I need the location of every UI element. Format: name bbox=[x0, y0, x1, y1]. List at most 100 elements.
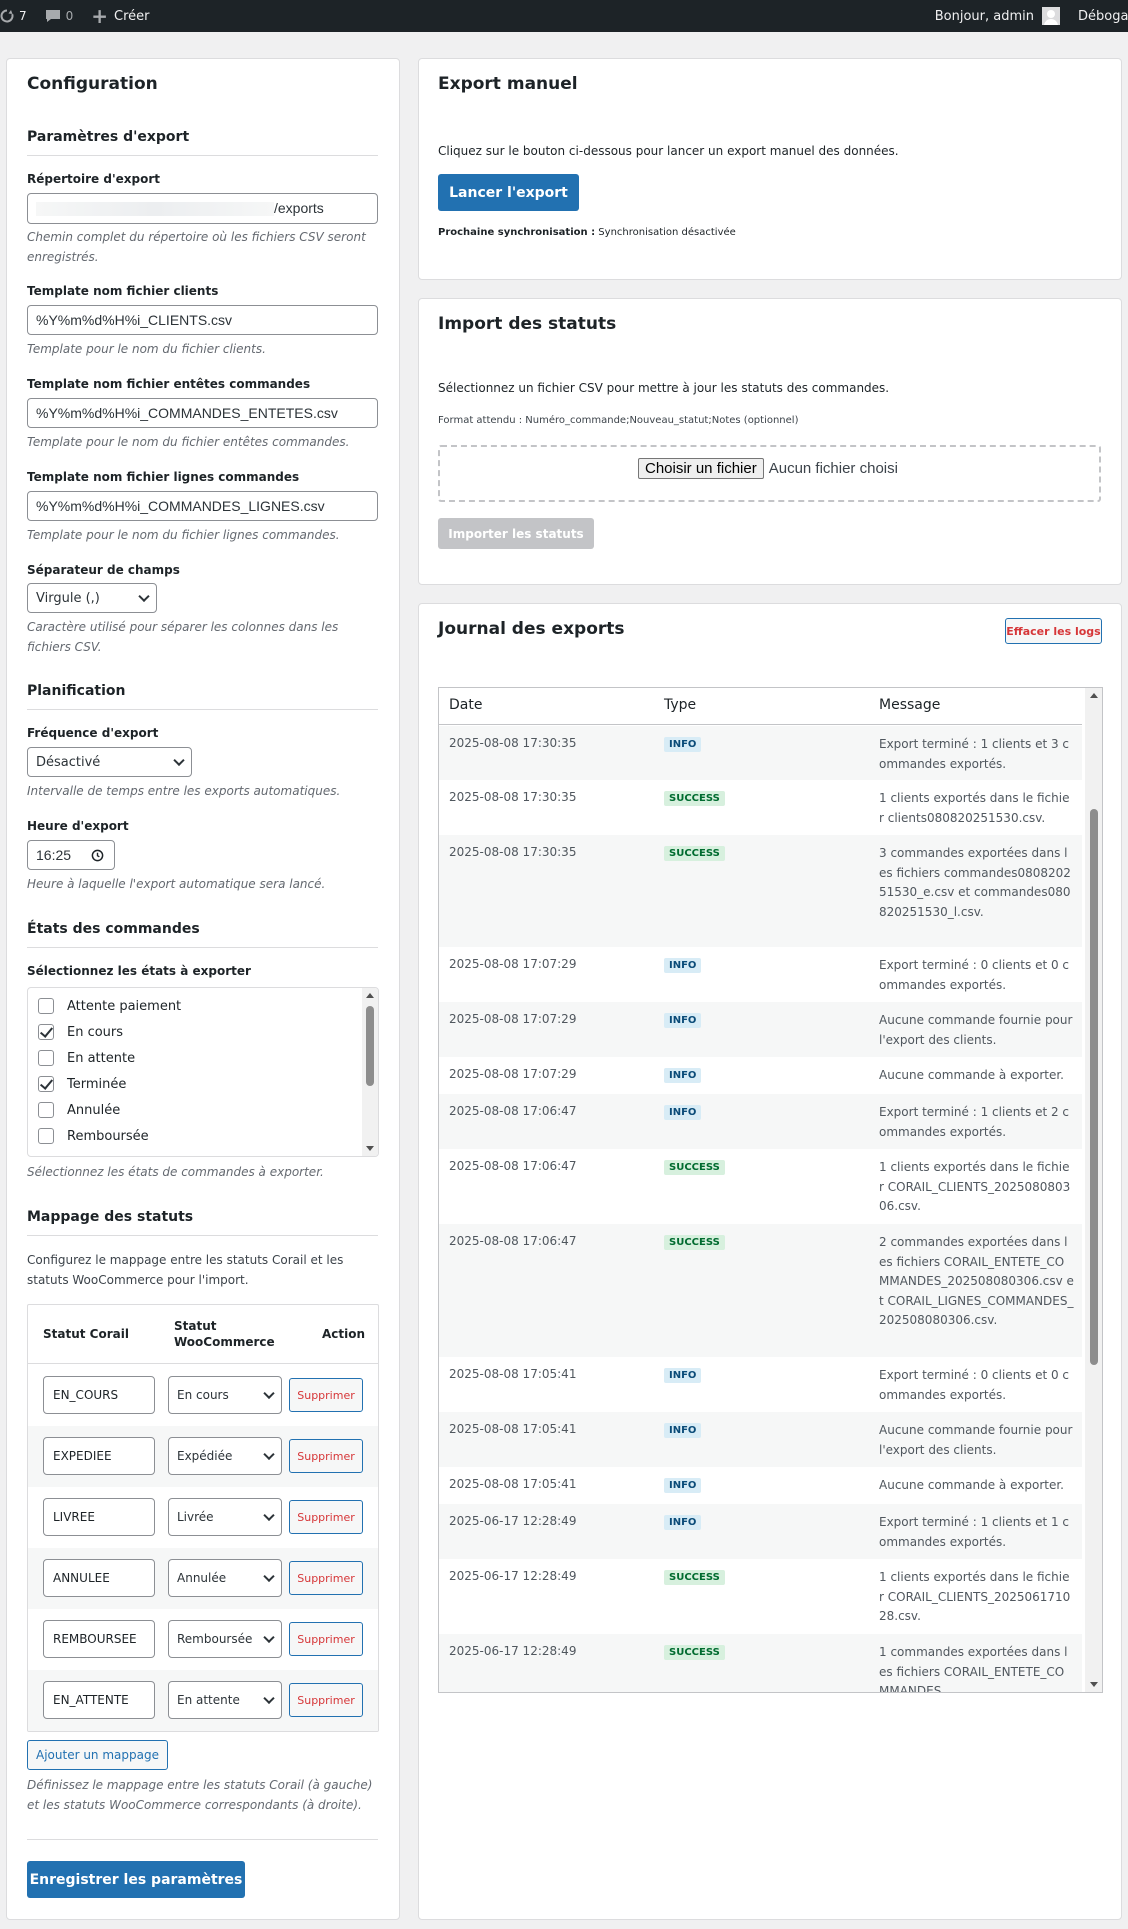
hour-desc: Heure à laquelle l'export automatique se… bbox=[27, 877, 326, 891]
woo-status-select[interactable]: Remboursée bbox=[168, 1620, 282, 1658]
avatar[interactable] bbox=[1042, 7, 1060, 25]
next-sync-value: Synchronisation désactivée bbox=[598, 227, 736, 238]
state-checkbox[interactable] bbox=[38, 998, 54, 1014]
log-row: 2025-08-08 17:30:35 INFO Export terminé … bbox=[439, 726, 1082, 780]
log-row: 2025-08-08 17:06:47 SUCCESS 2 commandes … bbox=[439, 1224, 1082, 1357]
woo-status-select[interactable]: Livrée bbox=[168, 1498, 282, 1536]
divider bbox=[27, 947, 378, 948]
log-row: 2025-08-08 17:05:41 INFO Aucune commande… bbox=[439, 1412, 1082, 1467]
comments-item[interactable]: 0 bbox=[45, 0, 74, 32]
state-checkbox[interactable] bbox=[38, 1024, 54, 1040]
log-type: SUCCESS bbox=[664, 1160, 725, 1175]
export-manual-title: Export manuel bbox=[438, 74, 578, 94]
frequency-select[interactable]: Désactivé bbox=[27, 747, 192, 777]
delete-mapping-button[interactable]: Supprimer bbox=[289, 1561, 363, 1595]
log-row: 2025-08-08 17:30:35 SUCCESS 3 commandes … bbox=[439, 835, 1082, 947]
import-status-button[interactable]: Importer les statuts bbox=[438, 518, 594, 549]
clear-logs-button[interactable]: Effacer les logs bbox=[1005, 618, 1102, 644]
state-option[interactable]: Remboursée bbox=[38, 1126, 149, 1146]
state-checkbox[interactable] bbox=[38, 1102, 54, 1118]
scroll-up-icon[interactable] bbox=[366, 993, 374, 998]
log-row: 2025-08-08 17:06:47 INFO Export terminé … bbox=[439, 1094, 1082, 1149]
log-message: Export terminé : 0 clients et 0 commande… bbox=[879, 1368, 1070, 1402]
frequency-label: Fréquence d'export bbox=[27, 726, 159, 740]
log-type-badge: INFO bbox=[664, 957, 702, 973]
states-checklist[interactable]: Attente paiement En cours En attente Ter… bbox=[27, 987, 379, 1157]
log-row: 2025-08-08 17:05:41 INFO Aucune commande… bbox=[439, 1467, 1082, 1504]
log-type-badge: SUCCESS bbox=[664, 1159, 725, 1175]
delete-mapping-button[interactable]: Supprimer bbox=[289, 1500, 363, 1534]
woo-status-select[interactable]: Expédiée bbox=[168, 1437, 282, 1475]
log-type-badge: INFO bbox=[664, 1067, 702, 1083]
chevron-down-icon bbox=[263, 1570, 275, 1583]
state-option[interactable]: Annulée bbox=[38, 1100, 120, 1120]
account-greeting[interactable]: Bonjour, admin bbox=[935, 9, 1034, 24]
states-title: États des commandes bbox=[27, 921, 200, 937]
chevron-down-icon bbox=[138, 590, 150, 603]
state-option[interactable]: En attente bbox=[38, 1048, 135, 1068]
woo-status-select[interactable]: En cours bbox=[168, 1376, 282, 1414]
col-action: Action bbox=[322, 1327, 366, 1341]
scroll-down-icon[interactable] bbox=[366, 1146, 374, 1151]
log-message: Export terminé : 0 clients et 0 commande… bbox=[879, 958, 1070, 992]
checklist-scrollbar[interactable] bbox=[362, 988, 378, 1156]
woo-status-select[interactable]: En attente bbox=[168, 1681, 282, 1719]
hour-input[interactable]: 16:25 bbox=[27, 840, 115, 870]
file-drop-zone[interactable]: Choisir un fichier Aucun fichier choisi bbox=[438, 445, 1101, 502]
clients-template-input[interactable]: %Y%m%d%H%i_CLIENTS.csv bbox=[27, 305, 378, 335]
mapping-row: EN_ATTENTE En attente Supprimer bbox=[28, 1670, 378, 1731]
log-date: 2025-08-08 17:07:29 bbox=[449, 1012, 577, 1026]
save-settings-button[interactable]: Enregistrer les paramètres bbox=[27, 1861, 245, 1898]
corail-status-input[interactable]: REMBOURSEE bbox=[43, 1620, 155, 1658]
state-checkbox[interactable] bbox=[38, 1076, 54, 1092]
log-type-badge: INFO bbox=[664, 736, 702, 752]
delete-mapping-button[interactable]: Supprimer bbox=[289, 1683, 363, 1717]
state-option[interactable]: Attente paiement bbox=[38, 996, 181, 1016]
admin-bar-right: Bonjour, admin Débogage bbox=[935, 0, 1128, 32]
corail-status-input[interactable]: LIVREE bbox=[43, 1498, 155, 1536]
delete-mapping-button[interactable]: Supprimer bbox=[289, 1622, 363, 1656]
corail-status-input[interactable]: EXPEDIEE bbox=[43, 1437, 155, 1475]
state-checkbox[interactable] bbox=[38, 1128, 54, 1144]
scroll-down-icon[interactable] bbox=[1090, 1682, 1098, 1687]
woo-status-value: Annulée bbox=[177, 1571, 227, 1585]
file-picker[interactable]: Choisir un fichier Aucun fichier choisi bbox=[638, 458, 898, 479]
corail-status-input[interactable]: EN_COURS bbox=[43, 1376, 155, 1414]
corail-status-input[interactable]: EN_ATTENTE bbox=[43, 1681, 155, 1719]
log-row: 2025-08-08 17:30:35 SUCCESS 1 clients ex… bbox=[439, 780, 1082, 835]
launch-export-button[interactable]: Lancer l'export bbox=[438, 174, 579, 211]
updates-item[interactable]: 7 bbox=[0, 0, 27, 32]
debug-menu[interactable]: Débogage bbox=[1078, 9, 1128, 24]
log-type: SUCCESS bbox=[664, 791, 725, 806]
chevron-down-icon bbox=[263, 1631, 275, 1644]
comments-count: 0 bbox=[65, 9, 74, 23]
log-date: 2025-06-17 12:28:49 bbox=[449, 1569, 577, 1583]
log-scrollbar[interactable] bbox=[1085, 688, 1102, 1692]
separator-select[interactable]: Virgule (,) bbox=[27, 583, 157, 613]
state-label: En attente bbox=[67, 1050, 136, 1066]
log-row: 2025-06-17 12:28:49 INFO Export terminé … bbox=[439, 1504, 1082, 1559]
scroll-thumb[interactable] bbox=[1090, 809, 1098, 1365]
lines-template-input[interactable]: %Y%m%d%H%i_COMMANDES_LIGNES.csv bbox=[27, 491, 378, 521]
delete-mapping-button[interactable]: Supprimer bbox=[289, 1439, 363, 1473]
woo-status-select[interactable]: Annulée bbox=[168, 1559, 282, 1597]
state-option[interactable]: En cours bbox=[38, 1022, 123, 1042]
headers-template-input[interactable]: %Y%m%d%H%i_COMMANDES_ENTETES.csv bbox=[27, 398, 378, 428]
choose-file-button[interactable]: Choisir un fichier bbox=[638, 458, 764, 479]
log-type-badge: INFO bbox=[664, 1104, 702, 1120]
state-checkbox[interactable] bbox=[38, 1050, 54, 1066]
corail-status-input[interactable]: ANNULEE bbox=[43, 1559, 155, 1597]
scroll-thumb[interactable] bbox=[366, 1006, 374, 1086]
log-date: 2025-08-08 17:07:29 bbox=[449, 1067, 577, 1081]
delete-mapping-button[interactable]: Supprimer bbox=[289, 1378, 363, 1412]
configuration-title: Configuration bbox=[27, 74, 158, 94]
state-option[interactable]: Terminée bbox=[38, 1074, 126, 1094]
log-type: INFO bbox=[664, 958, 702, 973]
new-content-item[interactable]: + Créer bbox=[91, 0, 149, 32]
comment-icon bbox=[45, 10, 60, 22]
clients-template-desc: Template pour le nom du fichier clients. bbox=[27, 342, 266, 356]
add-mapping-button[interactable]: Ajouter un mappage bbox=[27, 1740, 168, 1770]
log-row: 2025-08-08 17:05:41 INFO Export terminé … bbox=[439, 1357, 1082, 1412]
scroll-up-icon[interactable] bbox=[1090, 693, 1098, 698]
export-dir-input[interactable]: /exports bbox=[27, 193, 378, 224]
